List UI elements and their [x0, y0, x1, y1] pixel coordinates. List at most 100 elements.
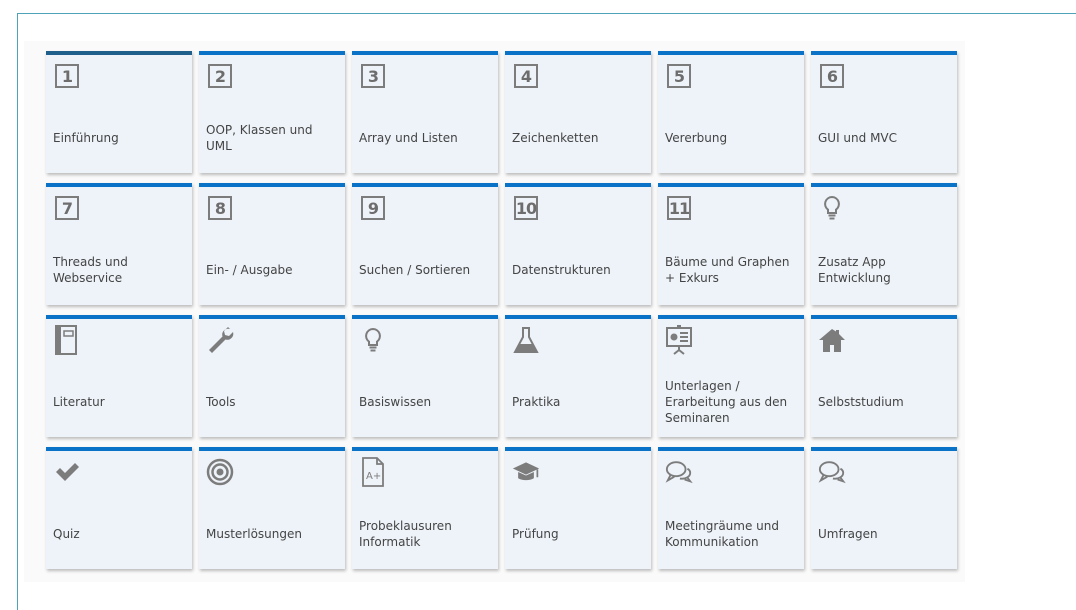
number-box-icon: 11 — [665, 194, 693, 222]
grade-document-icon: A+ — [359, 457, 387, 487]
book-icon — [53, 325, 81, 355]
course-tile-grid: 1 Einführung 2 OOP, Klassen und UML 3 Array u… — [46, 51, 957, 569]
tile-label: Zusatz App Entwicklung — [818, 243, 951, 297]
course-tile[interactable]: 7 Threads und Webservice — [46, 183, 192, 305]
tile-label: Musterlösungen — [206, 507, 339, 561]
course-tile[interactable]: 6 GUI und MVC — [811, 51, 957, 173]
lightbulb-icon — [359, 326, 387, 354]
number-box-icon: 3 — [359, 62, 387, 90]
tile-label: Threads und Webservice — [53, 243, 186, 297]
course-tile[interactable]: Literatur — [46, 315, 192, 437]
tile-label: Praktika — [512, 375, 645, 429]
course-tile[interactable]: Prüfung — [505, 447, 651, 569]
tile-label: Umfragen — [818, 507, 951, 561]
chat-bubbles-icon — [818, 458, 846, 486]
chat-bubbles-icon — [665, 458, 693, 486]
course-tile[interactable]: 10 Datenstrukturen — [505, 183, 651, 305]
tile-label-text: Unterlagen / Erarbeitung aus den Seminar… — [665, 379, 788, 425]
tile-label-text: Literatur — [53, 395, 105, 409]
tile-label: Datenstrukturen — [512, 243, 645, 297]
tile-label-text: Meetingräume und Kommunikation — [665, 519, 779, 549]
tile-label-text: OOP, Klassen und UML — [206, 123, 313, 153]
number-box-icon: 10 — [512, 194, 540, 222]
course-tile[interactable]: 9 Suchen / Sortieren — [352, 183, 498, 305]
tile-label: Probeklausuren Informatik — [359, 507, 492, 561]
tile-label-text: Datenstrukturen — [512, 263, 611, 277]
tile-label-text: Zusatz App Entwicklung — [818, 255, 891, 285]
tile-number: 11 — [667, 196, 691, 220]
course-tile[interactable]: 11 Bäume und Graphen + Exkurs — [658, 183, 804, 305]
house-icon — [818, 326, 846, 354]
course-tile[interactable]: Praktika — [505, 315, 651, 437]
tile-label: Literatur — [53, 375, 186, 429]
tile-label-text: Threads und Webservice — [53, 255, 128, 285]
number-box-icon: 6 — [818, 62, 846, 90]
tile-label: Bäume und Graphen + Exkurs — [665, 243, 798, 297]
tile-label-text: Array und Listen — [359, 131, 458, 145]
course-tile[interactable]: 8 Ein- / Ausgabe — [199, 183, 345, 305]
tile-number: 8 — [208, 196, 232, 220]
tile-label-text: Prüfung — [512, 527, 559, 541]
tile-label: Ein- / Ausgabe — [206, 243, 339, 297]
course-tile[interactable]: Quiz — [46, 447, 192, 569]
tile-label: Prüfung — [512, 507, 645, 561]
tile-label: Unterlagen / Erarbeitung aus den Seminar… — [665, 375, 798, 429]
number-box-icon: 9 — [359, 194, 387, 222]
number-box-icon: 8 — [206, 194, 234, 222]
tile-label: Zeichenketten — [512, 111, 645, 165]
tile-label-text: Tools — [206, 395, 236, 409]
tile-number: 2 — [208, 64, 232, 88]
tile-label-text: Einführung — [53, 131, 119, 145]
course-tile[interactable]: Unterlagen / Erarbeitung aus den Seminar… — [658, 315, 804, 437]
tile-label: Tools — [206, 375, 339, 429]
flask-icon — [512, 326, 540, 354]
course-tile[interactable]: Zusatz App Entwicklung — [811, 183, 957, 305]
tile-label-text: Basiswissen — [359, 395, 432, 409]
course-tile[interactable]: 1 Einführung — [46, 51, 192, 173]
tile-number: 6 — [820, 64, 844, 88]
tile-number: 4 — [514, 64, 538, 88]
course-tile[interactable]: 4 Zeichenketten — [505, 51, 651, 173]
tile-label-text: Probeklausuren Informatik — [359, 519, 452, 549]
tile-label-text: Selbststudium — [818, 395, 904, 409]
graduation-cap-icon — [512, 458, 540, 486]
course-tile[interactable]: A+ Probeklausuren Informatik — [352, 447, 498, 569]
number-box-icon: 7 — [53, 194, 81, 222]
course-tile[interactable]: Selbststudium — [811, 315, 957, 437]
lightbulb-icon — [818, 194, 846, 222]
course-tile[interactable]: Musterlösungen — [199, 447, 345, 569]
tile-label-text: Musterlösungen — [206, 527, 302, 541]
course-tile[interactable]: Meetingräume und Kommunikation — [658, 447, 804, 569]
course-tile[interactable]: 2 OOP, Klassen und UML — [199, 51, 345, 173]
tile-label: Einführung — [53, 111, 186, 165]
tile-label-text: Vererbung — [665, 131, 728, 145]
number-box-icon: 2 — [206, 62, 234, 90]
tile-number: 10 — [514, 196, 538, 220]
tile-number: 5 — [667, 64, 691, 88]
tile-number: 3 — [361, 64, 385, 88]
tile-label-text: Ein- / Ausgabe — [206, 263, 293, 277]
tile-number: 1 — [55, 64, 79, 88]
tile-label: Basiswissen — [359, 375, 492, 429]
tile-label-text: Umfragen — [818, 527, 878, 541]
course-tile[interactable]: 3 Array und Listen — [352, 51, 498, 173]
number-box-icon: 5 — [665, 62, 693, 90]
course-tile[interactable]: Umfragen — [811, 447, 957, 569]
course-tile[interactable]: Tools — [199, 315, 345, 437]
tile-label: Meetingräume und Kommunikation — [665, 507, 798, 561]
tile-label: OOP, Klassen und UML — [206, 111, 339, 165]
tile-label-text: Praktika — [512, 395, 561, 409]
tile-number: 7 — [55, 196, 79, 220]
course-tile[interactable]: 5 Vererbung — [658, 51, 804, 173]
tile-label: Array und Listen — [359, 111, 492, 165]
tile-label-text: GUI und MVC — [818, 131, 898, 145]
checkmark-icon — [53, 458, 81, 486]
number-box-icon: 1 — [53, 62, 81, 90]
wrench-icon — [206, 326, 234, 354]
tile-number: 9 — [361, 196, 385, 220]
tile-label-text: Bäume und Graphen + Exkurs — [665, 255, 790, 285]
tile-label: Quiz — [53, 507, 186, 561]
tile-label: GUI und MVC — [818, 111, 951, 165]
tile-label: Suchen / Sortieren — [359, 243, 492, 297]
course-tile[interactable]: Basiswissen — [352, 315, 498, 437]
